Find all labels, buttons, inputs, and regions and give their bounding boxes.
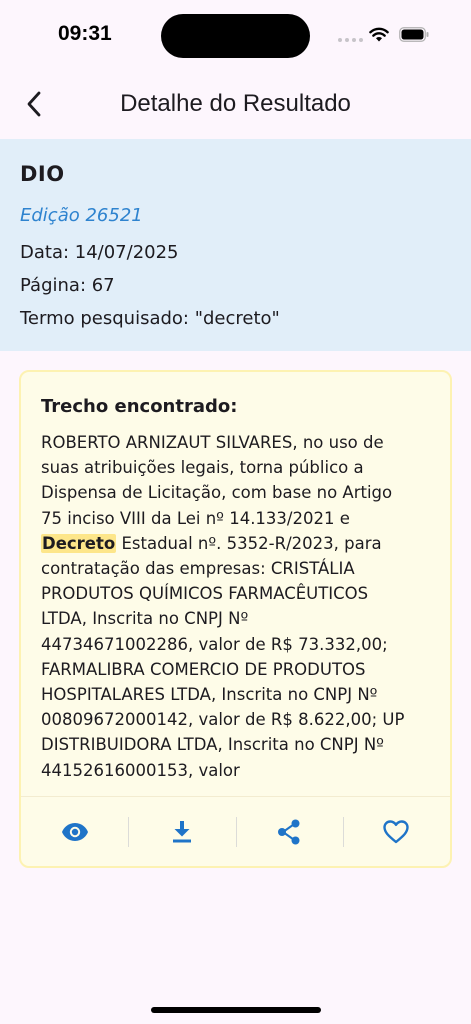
excerpt-line: PRODUTOS QUÍMICOS FARMACÊUTICOS bbox=[41, 584, 369, 604]
card-actions bbox=[21, 796, 450, 866]
excerpt-line: FARMALIBRA COMERCIO DE PRODUTOS bbox=[41, 659, 366, 679]
excerpt-line: Decreto Estadual nº. 5352-R/2023, para bbox=[41, 531, 437, 556]
excerpt-card: Trecho encontrado: ROBERTO ARNIZAUT SILV… bbox=[19, 370, 452, 868]
dynamic-island bbox=[161, 14, 310, 58]
excerpt-line: 44152616000153, valor bbox=[41, 760, 240, 780]
result-detail-screen: 09:31 Detalhe do Resultado DIO Edição 26… bbox=[0, 0, 471, 1024]
heart-outline-icon bbox=[383, 819, 410, 843]
view-button[interactable] bbox=[21, 797, 128, 866]
favorite-button[interactable] bbox=[342, 797, 450, 866]
source-name: DIO bbox=[20, 162, 65, 186]
home-indicator bbox=[151, 1007, 321, 1013]
excerpt-line: contratação das empresas: CRISTÁLIA bbox=[41, 559, 355, 579]
date-label: Data: 14/07/2025 bbox=[20, 242, 179, 263]
wifi-icon bbox=[369, 27, 389, 42]
share-button[interactable] bbox=[235, 797, 343, 866]
status-time: 09:31 bbox=[58, 22, 112, 45]
excerpt-line-rest: Estadual nº. 5352-R/2023, para bbox=[116, 533, 382, 553]
excerpt-text: ROBERTO ARNIZAUT SILVARES, no uso de sua… bbox=[41, 430, 437, 783]
excerpt-line: Dispensa de Licitação, com base no Artig… bbox=[41, 483, 393, 503]
edition-label: Edição 26521 bbox=[20, 205, 143, 226]
excerpt-line: ROBERTO ARNIZAUT SILVARES, no uso de bbox=[41, 433, 384, 452]
page-title: Detalhe do Resultado bbox=[120, 90, 351, 117]
result-info-panel: DIO Edição 26521 Data: 14/07/2025 Página… bbox=[0, 139, 471, 351]
share-icon bbox=[278, 819, 300, 844]
battery-icon bbox=[399, 27, 429, 42]
highlighted-term: Decreto bbox=[41, 533, 117, 553]
excerpt-line: LTDA, Inscrita no CNPJ Nº bbox=[41, 609, 249, 629]
excerpt-line: HOSPITALARES LTDA, Inscrita no CNPJ Nº bbox=[41, 685, 378, 705]
download-icon bbox=[172, 820, 191, 842]
excerpt-line: 75 inciso VIII da Lei nº 14.133/2021 e bbox=[41, 508, 350, 528]
app-bar: Detalhe do Resultado bbox=[0, 70, 471, 140]
status-bar: 09:31 bbox=[0, 0, 471, 70]
cellular-signal-icon bbox=[338, 38, 363, 42]
excerpt-line: suas atribuições legais, torna público a bbox=[41, 458, 364, 478]
excerpt-line: 00809672000142, valor de R$ 8.622,00; UP bbox=[41, 710, 405, 730]
download-button[interactable] bbox=[128, 797, 235, 866]
search-term-label: Termo pesquisado: "decreto" bbox=[20, 308, 280, 329]
excerpt-line: DISTRIBUIDORA LTDA, Inscrita no CNPJ Nº bbox=[41, 735, 384, 755]
page-label: Página: 67 bbox=[20, 275, 115, 296]
excerpt-line: 44734671002286, valor de R$ 73.332,00; bbox=[41, 634, 388, 654]
excerpt-heading: Trecho encontrado: bbox=[41, 396, 238, 417]
eye-icon bbox=[61, 822, 88, 841]
